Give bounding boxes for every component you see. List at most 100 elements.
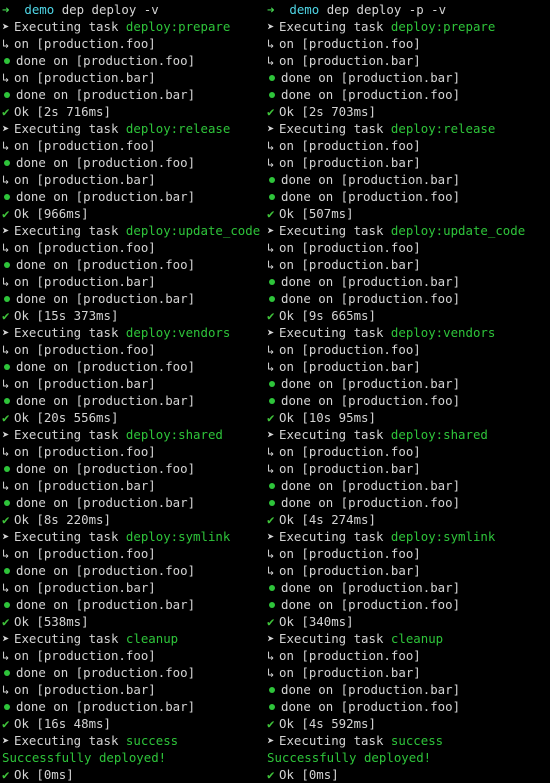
log-line-done: done on [production.foo] bbox=[2, 358, 260, 375]
exec-prefix: Executing task bbox=[14, 631, 126, 646]
log-line-on: ↳ on [production.foo] bbox=[2, 545, 260, 562]
check-icon: ✔ bbox=[2, 410, 10, 425]
check-icon: ✔ bbox=[2, 512, 10, 527]
log-line-done: done on [production.foo] bbox=[267, 290, 525, 307]
exec-prefix: Executing task bbox=[14, 529, 126, 544]
check-icon: ✔ bbox=[267, 308, 275, 323]
host-done-text: done on [production.bar] bbox=[281, 682, 461, 697]
done-dot-icon bbox=[4, 704, 10, 710]
host-done-text: done on [production.foo] bbox=[281, 699, 461, 714]
check-icon: ✔ bbox=[267, 410, 275, 425]
ok-duration: Ok [538ms] bbox=[14, 614, 89, 629]
log-line-exec: ➤ Executing task deploy:vendors bbox=[267, 324, 525, 341]
done-dot-icon bbox=[4, 466, 10, 472]
log-line-done: done on [production.bar] bbox=[267, 579, 525, 596]
log-line-exec: ➤ Executing task deploy:update_code bbox=[267, 222, 525, 239]
log-line-exec: ➤ Executing task success bbox=[2, 732, 260, 749]
exec-prefix: Executing task bbox=[14, 19, 126, 34]
done-dot-icon bbox=[4, 364, 10, 370]
ok-duration: Ok [8s 220ms] bbox=[14, 512, 111, 527]
log-line-on: ↳ on [production.bar] bbox=[267, 358, 525, 375]
prompt-arrow-icon: ➜ bbox=[2, 2, 10, 17]
task-arrow-icon: ➤ bbox=[267, 325, 275, 340]
host-status-text: on [production.foo] bbox=[14, 36, 156, 51]
host-done-text: done on [production.bar] bbox=[281, 70, 461, 85]
exec-prefix: Executing task bbox=[279, 19, 391, 34]
ok-duration: Ok [9s 665ms] bbox=[279, 308, 376, 323]
log-line-ok: ✔ Ok [966ms] bbox=[2, 205, 260, 222]
prompt-command: dep deploy -v bbox=[61, 2, 159, 17]
log-line-ok: ✔ Ok [4s 592ms] bbox=[267, 715, 525, 732]
task-name: deploy:release bbox=[390, 121, 496, 136]
done-dot-icon bbox=[4, 398, 10, 404]
log-line-done: done on [production.foo] bbox=[267, 494, 525, 511]
exec-prefix: Executing task bbox=[279, 223, 391, 238]
log-line-done: done on [production.foo] bbox=[267, 392, 525, 409]
host-done-text: done on [production.foo] bbox=[281, 291, 461, 306]
host-status-text: on [production.foo] bbox=[279, 240, 421, 255]
log-line-exec: ➤ Executing task deploy:update_code bbox=[2, 222, 260, 239]
host-done-text: done on [production.foo] bbox=[16, 155, 196, 170]
log-line-on: ↳ on [production.foo] bbox=[267, 35, 525, 52]
log-line-ok: ✔ Ok [20s 556ms] bbox=[2, 409, 260, 426]
success-message: Successfully deployed! bbox=[267, 750, 432, 765]
check-icon: ✔ bbox=[2, 767, 10, 782]
host-done-text: done on [production.bar] bbox=[281, 274, 461, 289]
log-line-ok: ✔ Ok [10s 95ms] bbox=[267, 409, 525, 426]
log-line-done: done on [production.bar] bbox=[2, 494, 260, 511]
host-done-text: done on [production.bar] bbox=[281, 172, 461, 187]
log-line-on: ↳ on [production.bar] bbox=[267, 460, 525, 477]
host-done-text: done on [production.bar] bbox=[16, 495, 196, 510]
log-line-done: done on [production.bar] bbox=[2, 290, 260, 307]
log-line-done: done on [production.foo] bbox=[2, 256, 260, 273]
task-name: deploy:vendors bbox=[125, 325, 231, 340]
prompt-arrow-icon: ➜ bbox=[267, 2, 275, 17]
ok-duration: Ok [507ms] bbox=[279, 206, 354, 221]
check-icon: ✔ bbox=[2, 206, 10, 221]
exec-prefix: Executing task bbox=[14, 427, 126, 442]
exec-prefix: Executing task bbox=[14, 223, 126, 238]
log-line-ok: ✔ Ok [538ms] bbox=[2, 613, 260, 630]
log-line-done: done on [production.bar] bbox=[2, 596, 260, 613]
return-arrow-icon: ↳ bbox=[2, 444, 10, 459]
task-arrow-icon: ➤ bbox=[2, 325, 10, 340]
host-status-text: on [production.foo] bbox=[279, 138, 421, 153]
host-done-text: done on [production.foo] bbox=[16, 53, 196, 68]
task-arrow-icon: ➤ bbox=[267, 529, 275, 544]
done-dot-icon bbox=[4, 58, 10, 64]
task-name: deploy:release bbox=[125, 121, 231, 136]
task-arrow-icon: ➤ bbox=[267, 733, 275, 748]
done-dot-icon bbox=[269, 704, 275, 710]
exec-prefix: Executing task bbox=[279, 121, 391, 136]
done-dot-icon bbox=[269, 500, 275, 506]
done-dot-icon bbox=[4, 92, 10, 98]
log-line-done: done on [production.foo] bbox=[2, 52, 260, 69]
task-name: success bbox=[390, 733, 444, 748]
exec-prefix: Executing task bbox=[279, 631, 391, 646]
done-dot-icon bbox=[269, 602, 275, 608]
task-name: cleanup bbox=[125, 631, 179, 646]
return-arrow-icon: ↳ bbox=[267, 138, 275, 153]
host-status-text: on [production.bar] bbox=[14, 70, 156, 85]
return-arrow-icon: ↳ bbox=[267, 648, 275, 663]
task-name: deploy:shared bbox=[125, 427, 223, 442]
task-name: deploy:shared bbox=[390, 427, 488, 442]
log-line-on: ↳ on [production.foo] bbox=[2, 239, 260, 256]
return-arrow-icon: ↳ bbox=[267, 546, 275, 561]
log-line-on: ↳ on [production.foo] bbox=[267, 647, 525, 664]
log-line-done: done on [production.bar] bbox=[267, 69, 525, 86]
return-arrow-icon: ↳ bbox=[267, 359, 275, 374]
task-arrow-icon: ➤ bbox=[267, 19, 275, 34]
return-arrow-icon: ↳ bbox=[267, 53, 275, 68]
return-arrow-icon: ↳ bbox=[267, 257, 275, 272]
return-arrow-icon: ↳ bbox=[267, 563, 275, 578]
host-status-text: on [production.bar] bbox=[279, 53, 421, 68]
log-line-done: done on [production.bar] bbox=[267, 477, 525, 494]
log-line-exec: ➤ Executing task deploy:release bbox=[267, 120, 525, 137]
host-status-text: on [production.bar] bbox=[279, 359, 421, 374]
log-line-exec: ➤ Executing task deploy:shared bbox=[2, 426, 260, 443]
return-arrow-icon: ↳ bbox=[267, 461, 275, 476]
host-status-text: on [production.bar] bbox=[279, 155, 421, 170]
host-status-text: on [production.foo] bbox=[279, 342, 421, 357]
done-dot-icon bbox=[269, 279, 275, 285]
